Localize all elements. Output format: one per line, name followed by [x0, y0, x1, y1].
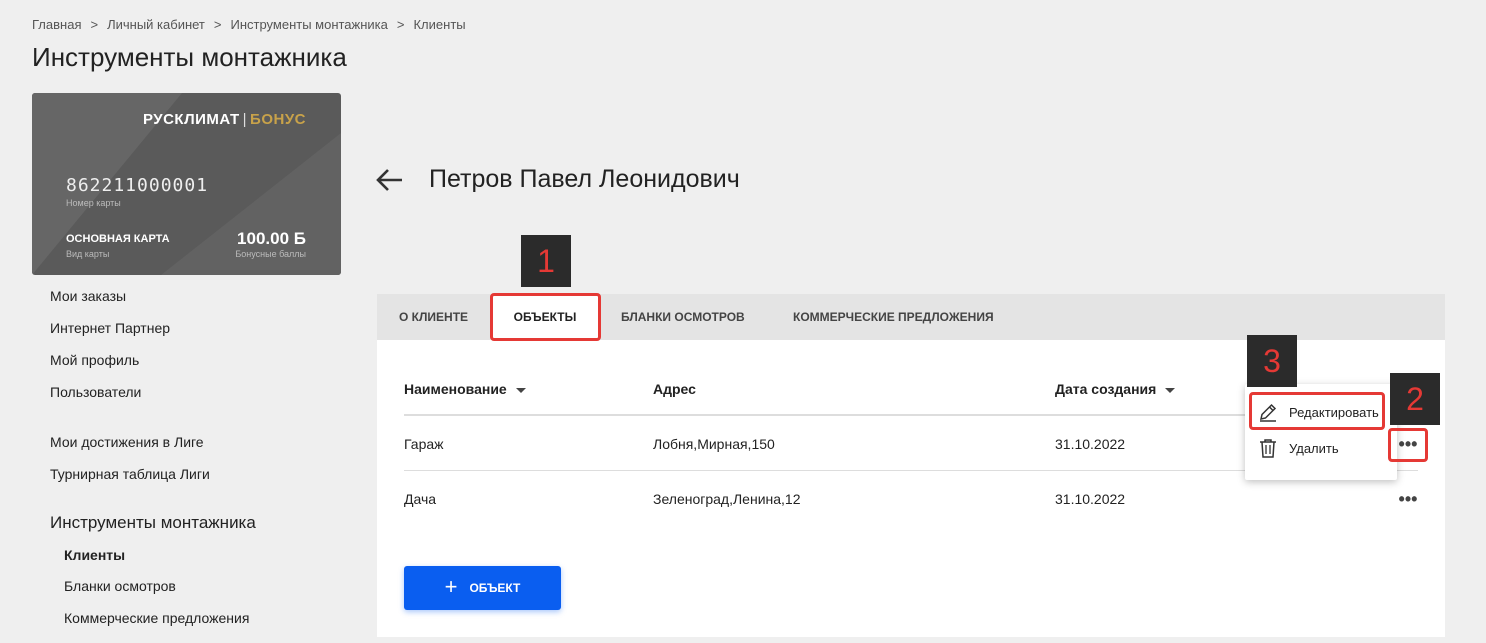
breadcrumb-item-account[interactable]: Личный кабинет	[107, 17, 205, 32]
column-header-address: Адрес	[653, 381, 696, 397]
annotation-marker-1: 1	[521, 235, 571, 287]
back-arrow-icon[interactable]	[374, 166, 404, 194]
annotation-marker-3: 3	[1247, 335, 1297, 387]
row-2-name: Дача	[404, 491, 437, 507]
card-type-caption: Вид карты	[66, 249, 110, 259]
card-logo: РУСКЛИМАТ | БОНУС	[143, 111, 306, 128]
row-2-address: Зеленоград,Ленина,12	[653, 491, 801, 507]
sidebar-item-internet-partner[interactable]: Интернет Партнер	[50, 320, 170, 336]
column-header-label: Дата создания	[1055, 381, 1157, 397]
card-number: 862211000001	[66, 175, 209, 196]
trash-icon	[1260, 439, 1276, 458]
plus-icon: +	[444, 574, 458, 599]
client-name: Петров Павел Леонидович	[429, 165, 740, 193]
page-title: Инструменты монтажника	[32, 42, 347, 72]
bonus-card: РУСКЛИМАТ | БОНУС 862211000001 Номер карты…	[32, 93, 341, 275]
add-object-button[interactable]: + ОБЪЕКТ	[404, 566, 561, 610]
tab-commercial-offers[interactable]: Коммерческие предложения	[793, 294, 994, 340]
tab-inspection-forms[interactable]: Бланки осмотров	[621, 294, 745, 340]
breadcrumb-separator: >	[396, 17, 405, 32]
row-1-address: Лобня,Мирная,150	[653, 436, 775, 452]
row-1-name: Гараж	[404, 436, 444, 452]
menu-item-delete-label: Удалить	[1289, 440, 1339, 456]
menu-item-delete[interactable]: Удалить	[1257, 433, 1339, 463]
column-header-name[interactable]: Наименование	[404, 381, 526, 397]
breadcrumb-item-clients: Клиенты	[413, 17, 466, 32]
sidebar-item-inspection-forms[interactable]: Бланки осмотров	[64, 578, 176, 594]
breadcrumb: Главная > Личный кабинет > Инструменты м…	[32, 17, 466, 32]
card-number-caption: Номер карты	[66, 198, 121, 208]
row-1-date: 31.10.2022	[1055, 436, 1126, 452]
card-points: 100.00 Б	[237, 229, 306, 248]
add-object-label: ОБЪЕКТ	[469, 581, 521, 595]
column-header-label: Адрес	[653, 381, 696, 397]
sidebar-item-commercial-offers[interactable]: Коммерческие предложения	[64, 610, 249, 626]
breadcrumb-separator: >	[213, 17, 222, 32]
card-logo-bonus: БОНУС	[250, 111, 306, 128]
sidebar-item-clients[interactable]: Клиенты	[64, 547, 125, 563]
annotation-marker-2: 2	[1390, 373, 1440, 425]
card-logo-separator: |	[242, 111, 248, 128]
tab-about-client[interactable]: О клиенте	[377, 294, 490, 340]
annotation-outline-edit	[1249, 392, 1385, 430]
annotation-outline-tab	[490, 293, 601, 341]
column-header-date[interactable]: Дата создания	[1055, 381, 1176, 397]
breadcrumb-separator: >	[90, 17, 99, 32]
annotation-outline-more	[1388, 428, 1428, 462]
row-2-date: 31.10.2022	[1055, 491, 1126, 507]
sidebar-item-achievements[interactable]: Мои достижения в Лиге	[50, 434, 204, 450]
column-header-label: Наименование	[404, 381, 507, 397]
sort-caret-icon	[515, 387, 526, 393]
sidebar-item-leaderboard[interactable]: Турнирная таблица Лиги	[50, 466, 210, 482]
sort-caret-icon	[1165, 387, 1176, 393]
sidebar-section-heading[interactable]: Инструменты монтажника	[50, 513, 256, 533]
card-points-caption: Бонусные баллы	[235, 249, 306, 259]
sidebar-item-orders[interactable]: Мои заказы	[50, 288, 126, 304]
row-2-more-icon[interactable]: •••	[1396, 490, 1420, 508]
card-logo-main: РУСКЛИМАТ	[142, 111, 240, 128]
breadcrumb-item-tools[interactable]: Инструменты монтажника	[230, 17, 387, 32]
breadcrumb-item-home[interactable]: Главная	[32, 17, 81, 32]
sidebar-item-profile[interactable]: Мой профиль	[50, 352, 139, 368]
sidebar-item-users[interactable]: Пользователи	[50, 384, 141, 400]
card-type: ОСНОВНАЯ КАРТА	[66, 233, 170, 245]
